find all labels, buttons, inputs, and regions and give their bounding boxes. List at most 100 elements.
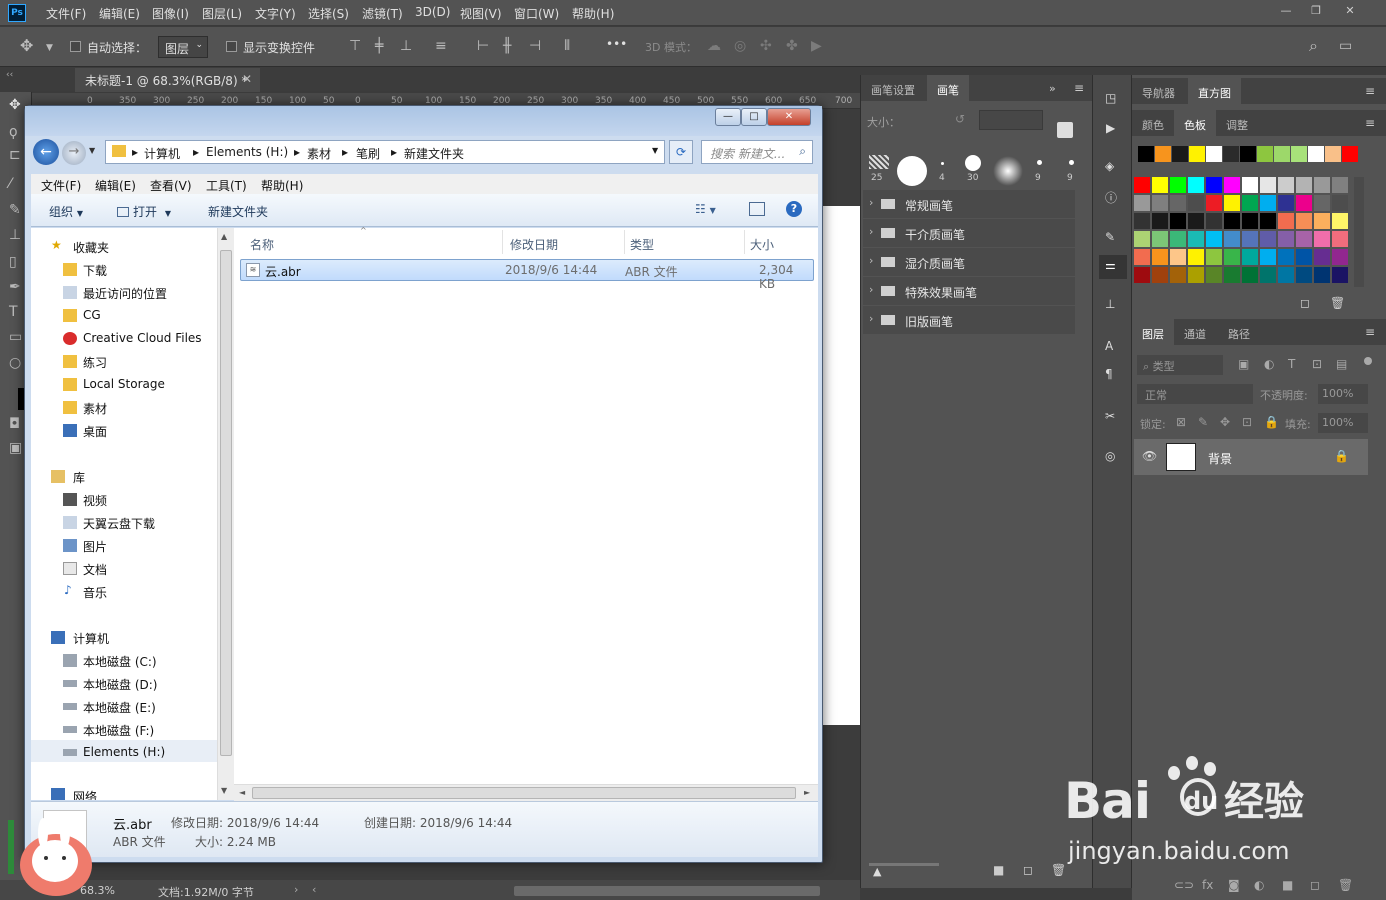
adjustment-layer-icon[interactable]: ◐ xyxy=(1254,878,1264,892)
color-swatch[interactable] xyxy=(1296,249,1312,265)
tab-brush-settings[interactable]: 画笔设置 xyxy=(861,75,925,101)
color-swatch[interactable] xyxy=(1152,213,1168,229)
new-layer-icon[interactable]: ◻ xyxy=(1310,878,1320,892)
document-tab[interactable]: 未标题-1 @ 68.3%(RGB/8) * ✕ xyxy=(75,68,260,92)
network-header[interactable]: 网络 xyxy=(73,788,97,800)
column-header-size[interactable]: 大小 xyxy=(750,236,774,253)
chevron-down-icon[interactable]: ▼ xyxy=(46,41,53,55)
color-swatch[interactable] xyxy=(1170,249,1186,265)
layer-filter-dropdown[interactable]: ⌕ 类型 xyxy=(1137,355,1223,375)
tab-color[interactable]: 颜色 xyxy=(1132,110,1174,136)
menu-select[interactable]: 选择(S) xyxy=(308,5,349,22)
search-input[interactable]: 搜索 新建文... ⌕ xyxy=(701,140,813,164)
color-swatch[interactable] xyxy=(1224,267,1240,283)
screen-mode-icon[interactable]: ▣ xyxy=(9,441,22,455)
color-swatch[interactable] xyxy=(1152,231,1168,247)
menu-layer[interactable]: 图层(L) xyxy=(202,5,242,22)
color-swatch[interactable] xyxy=(1134,267,1150,283)
nav-item-music[interactable]: 音乐 xyxy=(83,584,107,601)
layer-row[interactable]: 👁 背景 🔒 xyxy=(1134,439,1368,475)
favorites-header[interactable]: 收藏夹 xyxy=(73,239,109,256)
color-swatch[interactable] xyxy=(1332,231,1348,247)
breadcrumb-computer[interactable]: 计算机 xyxy=(144,145,180,162)
nav-item-videos[interactable]: 视频 xyxy=(83,492,107,509)
crop-tool-icon[interactable]: ⊏ xyxy=(9,148,21,162)
color-swatch[interactable] xyxy=(1206,267,1222,283)
lock-transparency-icon[interactable]: ⊠ xyxy=(1176,415,1186,429)
nav-item-drive-e[interactable]: 本地磁盘 (E:) xyxy=(83,699,156,716)
menu-window[interactable]: 窗口(W) xyxy=(514,5,559,22)
panel-collapse-icon[interactable]: ‹‹ xyxy=(0,68,75,92)
nav-item-sucai[interactable]: 素材 xyxy=(83,400,107,417)
new-folder-button[interactable]: 新建文件夹 xyxy=(208,203,268,220)
color-swatch[interactable] xyxy=(1260,231,1276,247)
color-swatch[interactable] xyxy=(1242,231,1258,247)
pen-tool-icon[interactable]: ✒ xyxy=(9,280,21,294)
align-right-icon[interactable]: ⊣ xyxy=(529,39,541,53)
properties-icon[interactable]: ◎ xyxy=(1105,449,1115,463)
organize-button[interactable]: 组织 ▼ xyxy=(49,203,83,220)
color-swatch[interactable] xyxy=(1134,213,1150,229)
chevron-up-icon[interactable]: ▲ xyxy=(221,232,227,241)
minimize-icon[interactable]: — xyxy=(1272,2,1300,20)
explorer-titlebar[interactable] xyxy=(25,106,822,136)
nav-item-drive-f[interactable]: 本地磁盘 (F:) xyxy=(83,722,154,739)
tab-brushes[interactable]: 画笔 xyxy=(927,75,969,101)
chevron-left-icon[interactable]: ◄ xyxy=(239,788,245,797)
menu-image[interactable]: 图像(I) xyxy=(152,5,189,22)
color-swatch[interactable] xyxy=(1274,146,1290,162)
shape-tool-icon[interactable]: ▭ xyxy=(9,330,22,344)
eyedropper-tool-icon[interactable]: ⁄ xyxy=(9,177,11,191)
3d-pan-icon[interactable]: ✣ xyxy=(760,39,772,53)
color-swatch[interactable] xyxy=(1134,249,1150,265)
character-icon[interactable]: A xyxy=(1105,339,1113,353)
brush-preset[interactable] xyxy=(993,156,1023,186)
column-header-name[interactable]: 名称 xyxy=(250,236,274,253)
canvas[interactable] xyxy=(818,206,860,725)
color-swatch[interactable] xyxy=(1260,213,1276,229)
move-tool-icon[interactable]: ✥ xyxy=(20,38,33,54)
folder-icon[interactable]: ■ xyxy=(993,863,1004,877)
color-swatch[interactable] xyxy=(1332,213,1348,229)
eraser-tool-icon[interactable]: ▯ xyxy=(9,255,17,269)
computer-header[interactable]: 计算机 xyxy=(73,630,109,647)
color-swatch[interactable] xyxy=(1172,146,1188,162)
color-swatch[interactable] xyxy=(1152,177,1168,193)
new-preset-icon[interactable]: ◻ xyxy=(1023,863,1033,877)
align-hcenter-icon[interactable]: ╫ xyxy=(503,39,511,53)
brush-preset[interactable] xyxy=(965,155,981,171)
close-icon[interactable]: ✕ xyxy=(1336,2,1364,20)
3d-camera-icon[interactable]: ▶ xyxy=(811,39,822,53)
close-button[interactable]: ✕ xyxy=(767,108,811,126)
brush-preset[interactable] xyxy=(1069,160,1074,165)
view-options-icon[interactable]: ☷ ▼ xyxy=(695,202,716,216)
color-swatch[interactable] xyxy=(1242,177,1258,193)
color-swatch[interactable] xyxy=(1170,267,1186,283)
color-swatch[interactable] xyxy=(1206,213,1222,229)
tab-layers[interactable]: 图层 xyxy=(1132,319,1174,345)
panel-menu-icon[interactable]: ≡ xyxy=(1365,325,1375,339)
brush-preset[interactable] xyxy=(897,156,927,186)
color-swatch[interactable] xyxy=(1134,231,1150,247)
search-icon[interactable]: ⌕ xyxy=(799,144,806,159)
nav-item-practice[interactable]: 练习 xyxy=(83,354,107,371)
menu-edit[interactable]: 编辑(E) xyxy=(99,5,140,22)
color-swatch[interactable] xyxy=(1189,146,1205,162)
lock-all-icon[interactable]: 🔒 xyxy=(1264,415,1279,429)
mask-icon[interactable]: ◙ xyxy=(1228,878,1240,892)
nav-item-cg[interactable]: CG xyxy=(83,308,101,322)
stamp-tool-icon[interactable]: ⊥ xyxy=(9,228,21,242)
align-vcenter-icon[interactable]: ╪ xyxy=(375,39,383,53)
color-swatch[interactable] xyxy=(1188,249,1204,265)
more-options-button[interactable]: ••• xyxy=(606,37,627,51)
adjustment-filter-icon[interactable]: ◐ xyxy=(1264,357,1274,371)
color-swatch[interactable] xyxy=(1134,177,1150,193)
brush-folder[interactable]: › 干介质画笔 xyxy=(863,219,1075,247)
lock-artboard-icon[interactable]: ⊡ xyxy=(1242,415,1252,429)
align-top-icon[interactable]: ⊤ xyxy=(349,39,361,53)
menu-help[interactable]: 帮助(H) xyxy=(572,5,614,22)
tab-paths[interactable]: 路径 xyxy=(1218,319,1260,345)
explorer-menu-file[interactable]: 文件(F) xyxy=(41,177,81,194)
nav-item-desktop[interactable]: 桌面 xyxy=(83,423,107,440)
scroll-thumb[interactable] xyxy=(252,787,796,799)
